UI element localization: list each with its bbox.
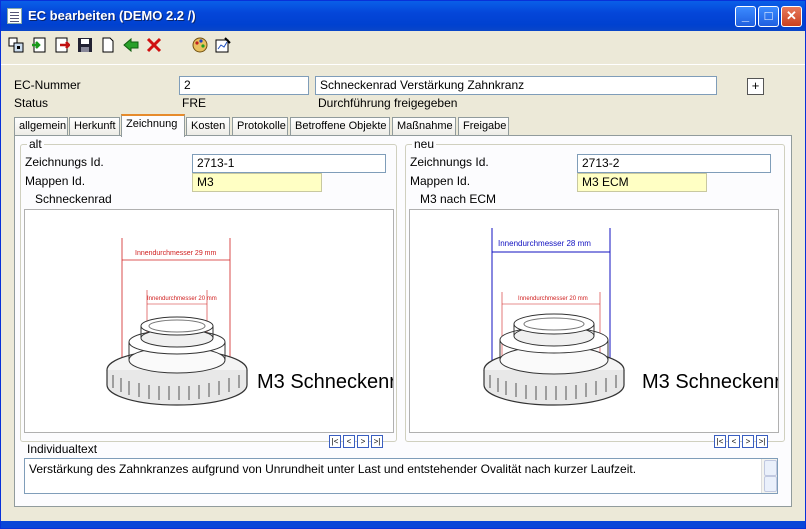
save-icon[interactable]: [76, 37, 94, 55]
document-icon: [7, 8, 22, 24]
toolbar: [1, 33, 805, 61]
alt-image-nav: |< < > >|: [329, 435, 385, 449]
tab-zeichnung[interactable]: Zeichnung: [121, 114, 185, 137]
alt-image-caption: Schneckenrad: [35, 192, 112, 206]
delete-icon[interactable]: [145, 37, 163, 55]
ec-number-field[interactable]: 2: [179, 76, 309, 95]
alt-last-button[interactable]: >|: [371, 435, 383, 448]
maximize-button[interactable]: □: [758, 6, 779, 27]
neu-image-caption: M3 nach ECM: [420, 192, 497, 206]
neu-zeichnung-label: Zeichnungs Id.: [410, 155, 489, 169]
neu-drawing-image: Innendurchmesser 28 mm Innendurchmesser …: [409, 209, 803, 433]
zeichnung-panel: alt Zeichnungs Id. 2713-1 Mappen Id. M3 …: [14, 135, 803, 507]
tab-massnahme[interactable]: Maßnahme: [392, 117, 456, 136]
alt-zeichnung-label: Zeichnungs Id.: [25, 155, 104, 169]
neu-mappen-field[interactable]: M3 ECM: [577, 173, 707, 192]
new-document-icon[interactable]: [99, 37, 117, 55]
tab-allgemein[interactable]: allgemein: [14, 117, 68, 136]
neu-image-nav: |< < > >|: [714, 435, 770, 449]
status-label: Status: [14, 96, 49, 110]
export-icon[interactable]: [53, 37, 71, 55]
tab-protokolle[interactable]: Protokolle: [232, 117, 288, 136]
alt-group: alt Zeichnungs Id. 2713-1 Mappen Id. M3 …: [20, 137, 418, 448]
neu-gear-drawing: Innendurchmesser 28 mm Innendurchmesser …: [483, 228, 803, 406]
status-code: FRE: [182, 96, 206, 110]
alt-next-button[interactable]: >: [357, 435, 369, 448]
neu-group: neu Zeichnungs Id. 2713-2 Mappen Id. M3 …: [405, 137, 803, 448]
ec-edit-window: EC bearbeiten (DEMO 2.2 /) _ □ ✕ EC-Numm…: [0, 0, 806, 529]
alt-drawing-image: Innendurchmesser 29 mm Innendurchmesser …: [24, 209, 418, 433]
alt-dim-inner: Innendurchmesser 20 mm: [147, 296, 217, 302]
alt-prev-button[interactable]: <: [343, 435, 355, 448]
back-arrow-icon[interactable]: [122, 37, 140, 55]
individualtext-label: Individualtext: [27, 442, 98, 456]
alt-first-button[interactable]: |<: [329, 435, 341, 448]
import-icon[interactable]: [30, 37, 48, 55]
expand-button[interactable]: +: [747, 78, 764, 95]
overview-icon[interactable]: [7, 37, 25, 55]
neu-group-title: neu: [412, 137, 437, 151]
alt-mappen-label: Mappen Id.: [25, 174, 86, 188]
edit-chart-icon[interactable]: [214, 37, 232, 55]
toolbar-separator: [1, 64, 805, 65]
minimize-button[interactable]: _: [735, 6, 756, 27]
neu-last-button[interactable]: >|: [756, 435, 768, 448]
neu-mappen-label: Mappen Id.: [410, 174, 471, 188]
tab-kosten[interactable]: Kosten: [186, 117, 230, 136]
neu-zeichnung-field[interactable]: 2713-2: [577, 154, 771, 173]
individualtext-content: Verstärkung des Zahnkranzes aufgrund von…: [29, 462, 637, 476]
neu-part-label: M3 Schneckenrad: [642, 371, 778, 393]
alt-group-title: alt: [27, 137, 44, 151]
alt-part-label: M3 Schneckenrad: [257, 371, 393, 393]
neu-first-button[interactable]: |<: [714, 435, 726, 448]
tab-freigabe[interactable]: Freigabe: [458, 117, 509, 136]
alt-dim-outer: Innendurchmesser 29 mm: [135, 250, 216, 257]
palette-icon[interactable]: [191, 37, 209, 55]
status-text: Durchführung freigegeben: [318, 96, 458, 110]
ec-number-label: EC-Nummer: [14, 78, 81, 92]
individualtext-scrollbar[interactable]: [761, 459, 777, 493]
alt-gear-drawing: Innendurchmesser 29 mm Innendurchmesser …: [106, 238, 418, 406]
neu-dim-inner: Innendurchmesser 20 mm: [518, 296, 588, 302]
individualtext-area[interactable]: Verstärkung des Zahnkranzes aufgrund von…: [24, 458, 778, 494]
tab-herkunft[interactable]: Herkunft: [69, 117, 120, 136]
window-bottom-frame: [1, 521, 805, 528]
window-title: EC bearbeiten (DEMO 2.2 /): [28, 8, 196, 23]
alt-zeichnung-field[interactable]: 2713-1: [192, 154, 386, 173]
neu-next-button[interactable]: >: [742, 435, 754, 448]
close-button[interactable]: ✕: [781, 6, 802, 27]
tab-betroffene-objekte[interactable]: Betroffene Objekte: [290, 117, 390, 136]
title-bar[interactable]: EC bearbeiten (DEMO 2.2 /) _ □ ✕: [1, 1, 805, 31]
neu-dim-outer: Innendurchmesser 28 mm: [498, 239, 591, 248]
ec-description-field[interactable]: Schneckenrad Verstärkung Zahnkranz: [315, 76, 717, 95]
neu-prev-button[interactable]: <: [728, 435, 740, 448]
alt-mappen-field[interactable]: M3: [192, 173, 322, 192]
